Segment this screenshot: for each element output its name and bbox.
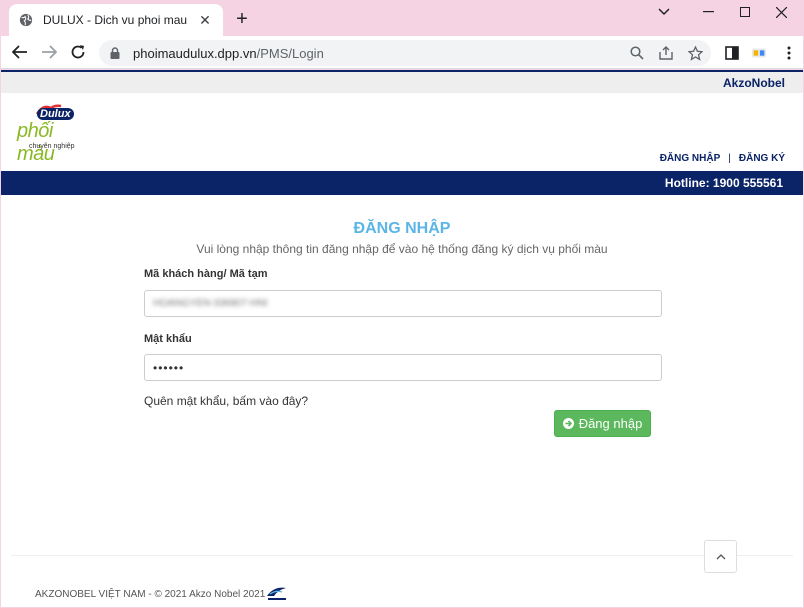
password-value: •••••• [153, 360, 185, 375]
arrow-right-icon [562, 418, 574, 429]
nav-register-link[interactable]: ĐĂNG KÝ [739, 153, 785, 164]
bookmark-star-icon[interactable] [687, 45, 703, 61]
close-window-icon[interactable] [759, 0, 803, 24]
lock-icon[interactable] [109, 47, 121, 59]
menu-kebab-icon[interactable] [781, 45, 797, 61]
reload-icon[interactable] [67, 41, 89, 63]
back-icon[interactable] [9, 41, 31, 63]
customer-code-label: Mã khách hàng/ Mã tạm [144, 268, 268, 280]
close-tab-icon[interactable]: ✕ [197, 12, 213, 29]
browser-window: DULUX - Dich vu phoi mau ✕ + phoimaudulu… [1, 0, 803, 607]
tab-title: DULUX - Dich vu phoi mau [43, 13, 188, 27]
login-heading: ĐĂNG NHẬP [353, 220, 451, 237]
footer-copyright: AKZONOBEL VIỆT NAM - © 2021 Akzo Nobel 2… [35, 589, 266, 600]
customer-code-value: HOANGYEN-336807-HNI [153, 298, 268, 309]
password-input[interactable]: •••••• [144, 354, 662, 381]
address-bar[interactable]: phoimaudulux.dpp.vn /PMS/Login [99, 40, 711, 66]
password-label: Mật khẩu [144, 333, 192, 345]
tab-search-icon[interactable] [642, 0, 686, 24]
logo-subtitle: chuyên nghiệp [29, 143, 75, 150]
hotline-text: Hotline: 1900 555561 [664, 176, 783, 190]
akzonobel-footer-logo [267, 587, 286, 600]
login-subtext: Vui lòng nhập thông tin đăng nhập để vào… [196, 242, 608, 256]
zoom-search-icon[interactable] [629, 45, 645, 61]
url-path: /PMS/Login [256, 45, 324, 61]
brand-bar: AkzoNobel [1, 70, 803, 93]
browser-toolbar: phoimaudulux.dpp.vn /PMS/Login [1, 36, 803, 69]
new-tab-button[interactable]: + [231, 9, 253, 31]
share-icon[interactable] [658, 45, 674, 61]
login-button[interactable]: Đăng nhập [554, 410, 651, 437]
url-host: phoimaudulux.dpp.vn [133, 45, 257, 61]
globe-icon [19, 13, 33, 27]
chevron-up-icon [716, 553, 725, 559]
account-links: ĐĂNG NHẬP | ĐĂNG KÝ [660, 153, 785, 164]
hotline-bar: Hotline: 1900 555561 [1, 171, 803, 195]
forward-icon[interactable] [38, 41, 60, 63]
side-panel-icon[interactable] [724, 45, 740, 61]
forgot-password-link[interactable]: Quên mật khẩu, bấm vào đây? [144, 394, 308, 408]
logo-dulux-text: Dulux [37, 108, 74, 120]
profile-avatar-icon[interactable] [751, 45, 767, 61]
tab-strip: DULUX - Dich vu phoi mau ✕ + [1, 0, 803, 36]
tab-dulux[interactable]: DULUX - Dich vu phoi mau ✕ [9, 4, 223, 36]
login-button-label: Đăng nhập [578, 416, 643, 431]
dulux-logo[interactable]: Dulux phối màu chuyên nghiệp [15, 104, 95, 165]
customer-code-input[interactable]: HOANGYEN-336807-HNI [144, 290, 662, 317]
scroll-to-top-button[interactable] [704, 540, 737, 573]
akzonobel-brand: AkzoNobel [722, 76, 785, 90]
nav-login-link[interactable]: ĐĂNG NHẬP [660, 153, 721, 164]
web-page: AkzoNobel Dulux phối màu chuyên nghiệp Đ… [1, 70, 803, 607]
footer-divider [11, 555, 793, 556]
nav-separator: | [728, 153, 731, 164]
